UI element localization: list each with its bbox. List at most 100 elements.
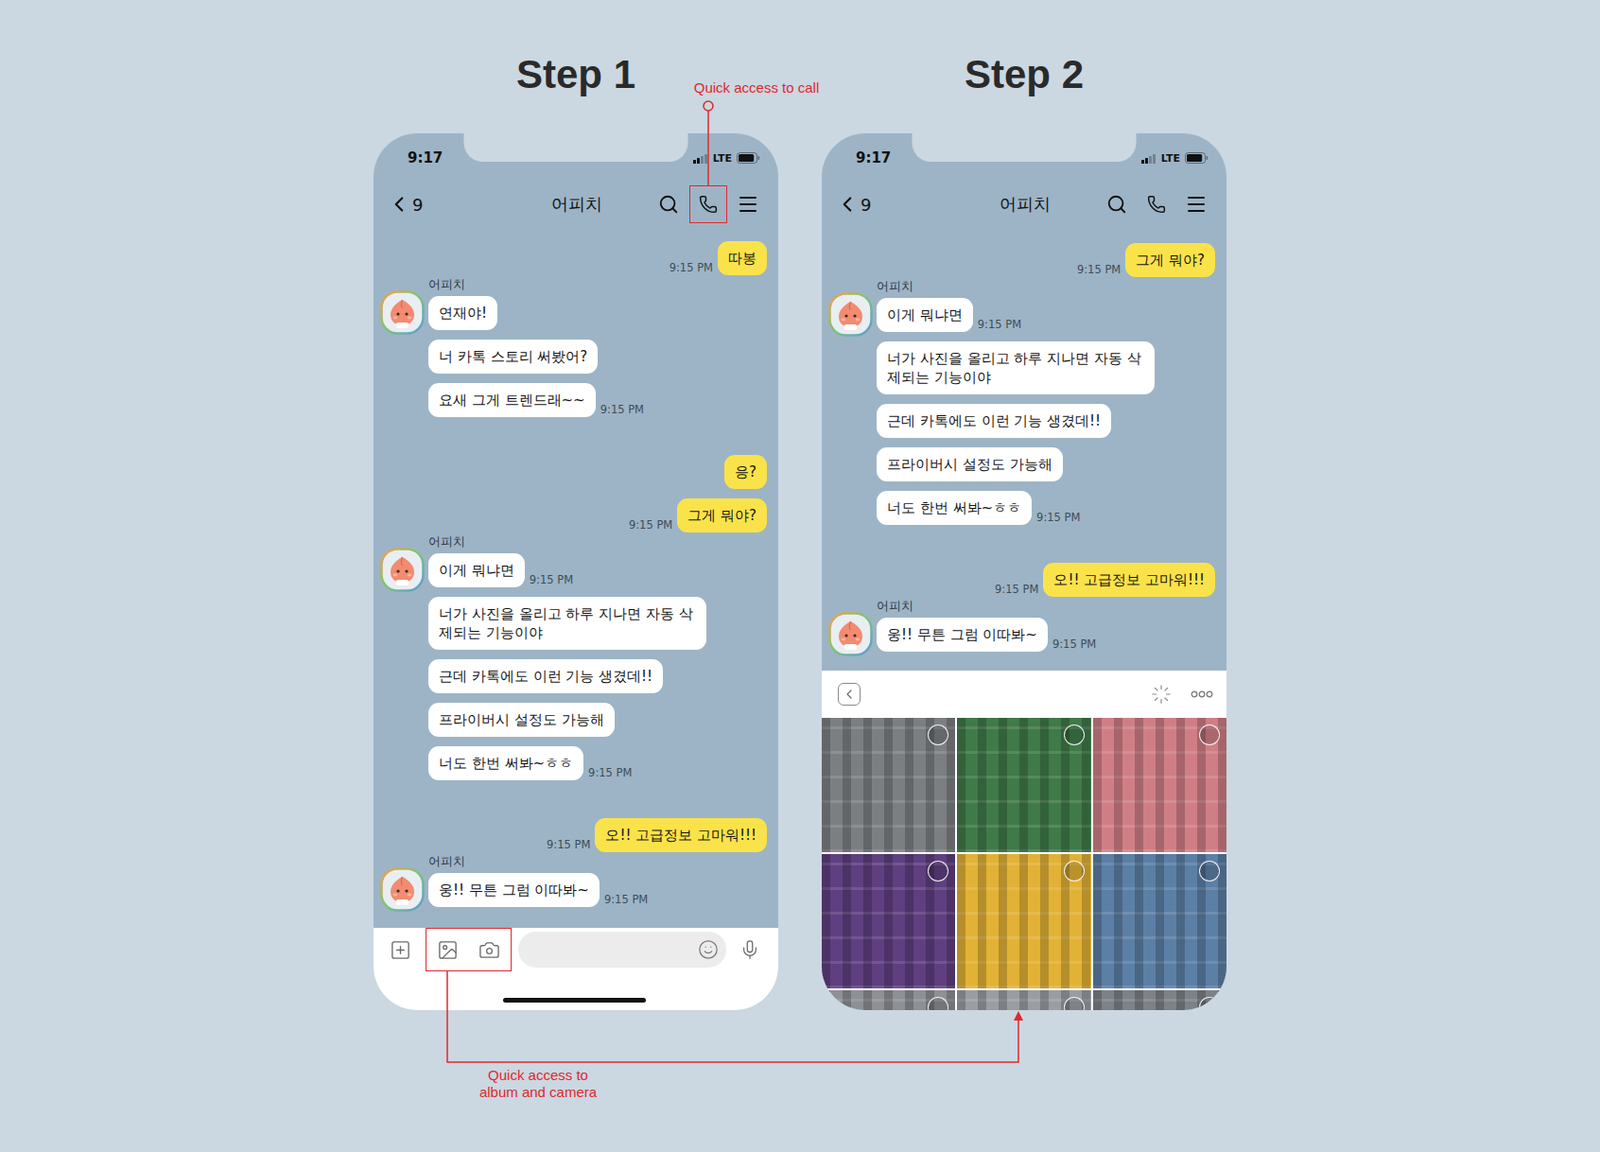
battery-icon bbox=[1184, 152, 1209, 164]
message-row: 9:15 PM따봉 bbox=[669, 241, 767, 276]
message-bubble[interactable]: 응? bbox=[724, 454, 767, 489]
chevron-left-icon bbox=[386, 191, 412, 217]
message-bubble[interactable]: 웅!! 무튼 그럼 이따봐~ bbox=[876, 617, 1048, 652]
phone-screen: 9:17LTE9어피치9:15 PM그게 뭐야?어피치이게 뭐냐면9:15 PM… bbox=[821, 133, 1227, 1010]
message-bubble[interactable]: 이게 뭐냐면 bbox=[876, 297, 974, 332]
message-bubble[interactable]: 프라이버시 설정도 가능해 bbox=[876, 447, 1063, 482]
chevron-left-icon bbox=[841, 686, 857, 702]
search-button[interactable] bbox=[649, 185, 688, 224]
chevron-left-icon bbox=[834, 191, 860, 217]
select-circle[interactable] bbox=[927, 724, 949, 746]
photo-tile[interactable] bbox=[956, 853, 1091, 989]
message-bubble[interactable]: 너가 사진을 올리고 하루 지나면 자동 삭제되는 기능이야 bbox=[428, 596, 707, 650]
composer-row bbox=[381, 927, 767, 972]
message-bubble[interactable]: 웅!! 무튼 그럼 이따봐~ bbox=[428, 872, 600, 907]
loading-icon bbox=[1150, 683, 1172, 705]
photo-tile[interactable] bbox=[956, 990, 1091, 1010]
received-message-group: 어피치웅!! 무튼 그럼 이따봐~9:15 PM bbox=[828, 598, 1216, 657]
avatar[interactable] bbox=[380, 547, 425, 592]
emoji-icon[interactable] bbox=[697, 939, 719, 960]
battery-icon bbox=[736, 152, 761, 164]
message-time: 9:15 PM bbox=[1077, 262, 1121, 277]
sent-message-group: 9:15 PM오!! 고급정보 고마워!!! bbox=[828, 562, 1216, 597]
select-circle[interactable] bbox=[1063, 724, 1085, 746]
message-row: 이게 뭐냐면9:15 PM bbox=[876, 297, 1022, 332]
select-circle[interactable] bbox=[1199, 996, 1220, 1010]
select-circle[interactable] bbox=[927, 996, 949, 1010]
message-column: 9:15 PM오!! 고급정보 고마워!!! bbox=[994, 562, 1216, 597]
message-bubble[interactable]: 오!! 고급정보 고마워!!! bbox=[594, 817, 767, 853]
apeach-avatar-icon[interactable] bbox=[380, 547, 425, 592]
avatar[interactable] bbox=[828, 292, 873, 337]
sender-name: 어피치 bbox=[876, 278, 914, 295]
message-input[interactable] bbox=[518, 931, 727, 968]
phone-screen: 9:17LTE9어피치9:15 PM따봉어피치연재야!너 카톡 스토리 써봤어?… bbox=[373, 133, 779, 1010]
message-time: 9:15 PM bbox=[977, 317, 1022, 331]
message-bubble[interactable]: 근데 카톡에도 이런 기능 생겼데!! bbox=[428, 659, 663, 694]
apeach-avatar-icon[interactable] bbox=[380, 290, 425, 335]
search-icon bbox=[658, 193, 679, 215]
select-circle[interactable] bbox=[1063, 860, 1085, 882]
mic-button[interactable] bbox=[732, 930, 767, 969]
message-column: 어피치웅!! 무튼 그럼 이따봐~9:15 PM bbox=[428, 853, 648, 907]
message-bubble[interactable]: 프라이버시 설정도 가능해 bbox=[428, 702, 615, 737]
chat-header: 9어피치 bbox=[373, 178, 779, 230]
message-row: 응? bbox=[724, 454, 767, 489]
menu-icon bbox=[736, 192, 760, 216]
call-button[interactable] bbox=[1137, 185, 1176, 224]
status-indicators: LTE bbox=[1141, 152, 1209, 165]
message-bubble[interactable]: 너도 한번 써봐~ㅎㅎ bbox=[428, 746, 584, 781]
message-bubble[interactable]: 근데 카톡에도 이런 기능 생겼데!! bbox=[876, 403, 1112, 438]
select-circle[interactable] bbox=[927, 860, 949, 882]
search-button[interactable] bbox=[1097, 185, 1136, 224]
message-bubble[interactable]: 따봉 bbox=[717, 241, 767, 276]
photo-tile[interactable] bbox=[1093, 990, 1227, 1010]
photo-tile[interactable] bbox=[821, 853, 956, 989]
apeach-avatar-icon[interactable] bbox=[828, 292, 873, 337]
select-circle[interactable] bbox=[1199, 724, 1220, 746]
avatar[interactable] bbox=[828, 611, 873, 657]
album-button[interactable] bbox=[426, 929, 469, 971]
sent-message-group: 9:15 PM 그게 뭐야? bbox=[828, 243, 1216, 278]
message-bubble[interactable]: 이게 뭐냐면 bbox=[428, 553, 525, 588]
message-time: 9:15 PM bbox=[546, 837, 591, 852]
message-row: 너가 사진을 올리고 하루 지나면 자동 삭제되는 기능이야 bbox=[428, 596, 707, 650]
photo-tile[interactable] bbox=[821, 990, 956, 1010]
message-row: 너 카톡 스토리 써봤어? bbox=[428, 339, 598, 374]
phone-icon bbox=[1147, 194, 1166, 214]
photo-tile[interactable] bbox=[1093, 853, 1227, 989]
select-circle[interactable] bbox=[1199, 860, 1220, 882]
select-circle[interactable] bbox=[1063, 996, 1085, 1010]
message-bubble[interactable]: 오!! 고급정보 고마워!!! bbox=[1043, 562, 1216, 597]
step-column: Step 19:17LTE9어피치9:15 PM따봉어피치연재야!너 카톡 스토… bbox=[373, 0, 779, 1152]
message-bubble[interactable]: 요새 그게 트렌드래~~ bbox=[428, 382, 596, 418]
photo-tile[interactable] bbox=[1093, 717, 1227, 853]
menu-button[interactable] bbox=[1177, 185, 1216, 224]
plus-button[interactable] bbox=[381, 930, 419, 969]
composer bbox=[373, 927, 779, 1010]
avatar[interactable] bbox=[380, 290, 425, 335]
apeach-avatar-icon[interactable] bbox=[380, 867, 425, 912]
more-icon[interactable] bbox=[1190, 690, 1214, 698]
back-button[interactable]: 9 bbox=[386, 191, 423, 217]
avatar[interactable] bbox=[380, 867, 425, 912]
apeach-avatar-icon[interactable] bbox=[828, 611, 873, 657]
photo-tile[interactable] bbox=[821, 717, 956, 853]
message-bubble[interactable]: 그게 뭐야? bbox=[677, 498, 767, 533]
back-button[interactable]: 9 bbox=[834, 191, 871, 217]
message-bubble[interactable]: 연재야! bbox=[428, 295, 498, 331]
picker-back-button[interactable] bbox=[837, 682, 861, 706]
message-time: 9:15 PM bbox=[1036, 510, 1080, 524]
bubble-stack: 연재야!너 카톡 스토리 써봤어?요새 그게 트렌드래~~9:15 PM bbox=[428, 295, 644, 418]
message-bubble[interactable]: 너 카톡 스토리 써봤어? bbox=[428, 339, 598, 374]
message-time: 9:15 PM bbox=[529, 573, 574, 587]
message-bubble[interactable]: 너가 사진을 올리고 하루 지나면 자동 삭제되는 기능이야 bbox=[876, 341, 1155, 395]
call-button[interactable] bbox=[689, 185, 728, 224]
media-annotation: Quick access to album and camera bbox=[475, 1066, 601, 1101]
camera-button[interactable] bbox=[468, 929, 510, 971]
message-bubble[interactable]: 그게 뭐야? bbox=[1125, 243, 1216, 278]
step-title: Step 1 bbox=[516, 52, 636, 98]
menu-button[interactable] bbox=[729, 185, 767, 224]
photo-tile[interactable] bbox=[956, 717, 1091, 853]
message-bubble[interactable]: 너도 한번 써봐~ㅎㅎ bbox=[876, 490, 1032, 525]
